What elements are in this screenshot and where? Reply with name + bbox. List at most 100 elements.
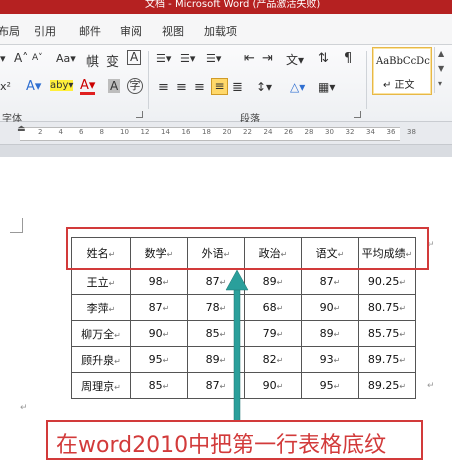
clear-format-button[interactable]: 帺 — [86, 51, 99, 70]
table-cell[interactable]: 90↵ — [130, 320, 188, 347]
show-marks-button[interactable]: ¶ — [344, 51, 352, 66]
table-cell[interactable]: 95↵ — [130, 346, 188, 373]
table-cell[interactable]: 95↵ — [301, 372, 359, 399]
cell-text: 89 — [205, 353, 220, 366]
enclose-char-button[interactable]: 字 — [127, 78, 143, 94]
cell-text: 82 — [262, 353, 277, 366]
justify-icon[interactable]: ≡ — [211, 78, 228, 95]
scroll-down-icon[interactable]: ▼ — [438, 64, 444, 73]
table-cell[interactable]: 89↵ — [244, 268, 302, 295]
table-cell[interactable]: 93↵ — [301, 346, 359, 373]
table-cell[interactable]: 87↵ — [130, 294, 188, 321]
style-gallery-scroll[interactable]: ▲ ▼ ▾ — [434, 47, 449, 93]
scroll-up-icon[interactable]: ▲ — [438, 49, 444, 58]
cell-end-mark: ↵ — [333, 382, 341, 391]
distributed-align-icon[interactable]: ≣ — [232, 80, 243, 95]
table-cell[interactable]: 90↵ — [244, 372, 302, 399]
table-cell[interactable]: 89.75↵ — [358, 346, 416, 373]
cell-text: 90 — [148, 327, 163, 340]
table-cell[interactable]: 82↵ — [244, 346, 302, 373]
tab-view[interactable]: 视图 — [162, 23, 184, 39]
table-cell[interactable]: 85↵ — [130, 372, 188, 399]
table-cell[interactable]: 90↵ — [301, 294, 359, 321]
cell-text: 90 — [262, 379, 277, 392]
cell-end-mark: ↵ — [333, 356, 341, 365]
caption-text: 在word2010中把第一行表格底纹 — [56, 433, 387, 458]
cell-end-mark: ↵ — [162, 356, 170, 365]
title-bar: 文档 - Microsoft Word (产品激活失败) — [0, 0, 452, 14]
align-left-icon[interactable]: ≡ — [158, 80, 169, 95]
numbering-button[interactable]: ☰▾ — [180, 52, 195, 65]
table-cell[interactable]: 85.75↵ — [358, 320, 416, 347]
cell-end-mark: ↵ — [399, 330, 407, 339]
align-right-icon[interactable]: ≡ — [194, 80, 205, 95]
style-normal-tile[interactable]: AaBbCcDc ↵ 正文 — [372, 47, 432, 95]
table-cell[interactable]: 90.25↵ — [358, 268, 416, 295]
cell-text: 李萍 — [86, 301, 109, 315]
cell-text: 89 — [262, 275, 277, 288]
ruler-tick: 20 — [222, 128, 232, 136]
table-cell[interactable]: 周理京↵ — [71, 372, 131, 399]
ruler-tick: 6 — [79, 128, 84, 136]
font-size-dropdown-icon[interactable]: ▾ — [0, 52, 6, 65]
tab-layout[interactable]: 布局 — [0, 23, 20, 39]
align-center-icon[interactable]: ≡ — [176, 80, 187, 95]
line-spacing-button[interactable]: ↕▾ — [256, 80, 272, 94]
asian-layout-button[interactable]: 文▾ — [286, 51, 304, 68]
gallery-more-icon[interactable]: ▾ — [438, 79, 442, 88]
ruler-tick: 4 — [58, 128, 63, 136]
indent-marker-icon[interactable]: ⏏ — [17, 124, 26, 134]
tab-addins[interactable]: 加载项 — [204, 23, 237, 39]
table-cell[interactable]: 68↵ — [244, 294, 302, 321]
cell-text: 90.25 — [367, 275, 400, 288]
bullets-button[interactable]: ☰▾ — [156, 52, 171, 65]
table-cell[interactable]: 80.75↵ — [358, 294, 416, 321]
cell-end-mark: ↵ — [399, 356, 407, 365]
multilevel-list-button[interactable]: ☰▾ — [206, 52, 221, 65]
cell-end-mark: ↵ — [276, 382, 284, 391]
cell-text: 78 — [205, 301, 220, 314]
font-dialog-launcher-icon[interactable] — [136, 111, 143, 118]
increase-indent-button[interactable]: ⇥ — [262, 51, 273, 66]
table-cell[interactable]: 顾升泉↵ — [71, 346, 131, 373]
font-color-button[interactable]: A▾ — [80, 79, 96, 95]
phonetic-guide-button[interactable]: 变 — [106, 51, 119, 70]
grow-font-button[interactable]: A˄ — [14, 51, 28, 65]
horizontal-ruler[interactable]: ⏏ 2 4 6 8 10 12 14 16 18 20 22 24 26 28 30 32 34 36 38 — [0, 122, 452, 145]
cell-text: 顾升泉 — [81, 353, 115, 367]
table-cell[interactable]: 79↵ — [244, 320, 302, 347]
ribbon-tabs: 布局 引用 邮件 审阅 视图 加载项 — [0, 14, 452, 45]
shrink-font-button[interactable]: A˅ — [32, 53, 43, 63]
sort-button[interactable]: ⇅ — [318, 51, 329, 66]
char-shading-button[interactable]: A — [108, 79, 121, 93]
borders-button[interactable]: ▦▾ — [318, 80, 335, 94]
style-preview-text: AaBbCcDc — [376, 56, 430, 67]
table-cell[interactable]: 98↵ — [130, 268, 188, 295]
table-cell[interactable]: 李萍↵ — [71, 294, 131, 321]
table-cell[interactable]: 89.25↵ — [358, 372, 416, 399]
highlight-button[interactable]: aby▾ — [50, 80, 74, 91]
cell-end-mark: ↵ — [162, 330, 170, 339]
cell-end-mark: ↵ — [108, 278, 116, 288]
tab-review[interactable]: 审阅 — [120, 23, 142, 39]
text-effect-button[interactable]: A▾ — [26, 79, 41, 94]
change-case-button[interactable]: Aa▾ — [56, 52, 76, 65]
cell-end-mark: ↵ — [276, 356, 284, 365]
margin-corner-mark — [10, 218, 23, 233]
char-border-button[interactable]: A — [127, 50, 142, 65]
ruler-tick: 10 — [120, 128, 129, 136]
paragraph-dialog-launcher-icon[interactable] — [354, 111, 361, 118]
decrease-indent-button[interactable]: ⇤ — [244, 51, 255, 66]
tab-mailings[interactable]: 邮件 — [79, 23, 101, 39]
superscript-button[interactable]: x² — [0, 80, 11, 93]
row-end-mark: ↵ — [427, 381, 435, 391]
shading-button[interactable]: △▾ — [290, 80, 305, 94]
table-cell[interactable]: 89↵ — [301, 320, 359, 347]
table-cell[interactable]: 柳万全↵ — [71, 320, 131, 347]
caption-banner: 在word2010中把第一行表格底纹 — [46, 420, 423, 460]
table-cell[interactable]: 87↵ — [301, 268, 359, 295]
table-cell[interactable]: 王立↵ — [71, 268, 131, 295]
tab-references[interactable]: 引用 — [34, 23, 56, 39]
cell-end-mark: ↵ — [276, 304, 284, 313]
ruler-tick: 22 — [243, 128, 252, 136]
